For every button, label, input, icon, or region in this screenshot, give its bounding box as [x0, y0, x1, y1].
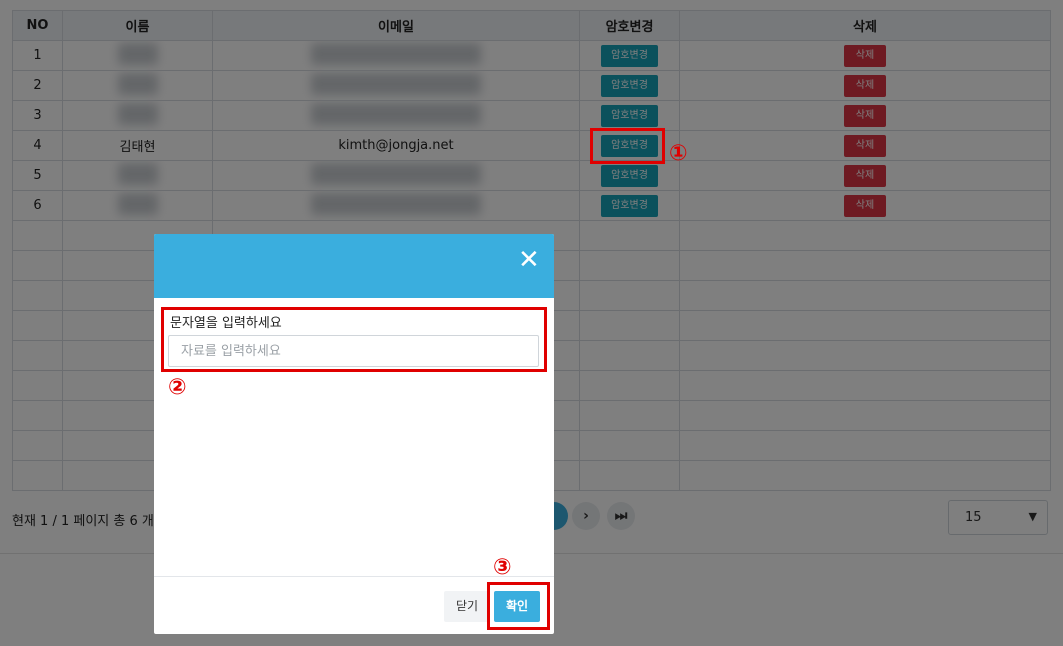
- annotation-box-1: [590, 128, 665, 164]
- annotation-box-3: [487, 582, 550, 630]
- dialog-header: ✕: [154, 234, 554, 298]
- close-icon[interactable]: ✕: [518, 247, 540, 273]
- annotation-number-2: ②: [168, 375, 187, 400]
- close-button[interactable]: 닫기: [444, 591, 490, 622]
- annotation-number-1: ①: [669, 141, 688, 166]
- annotation-number-3: ③: [493, 555, 512, 580]
- annotation-box-2: [161, 307, 547, 372]
